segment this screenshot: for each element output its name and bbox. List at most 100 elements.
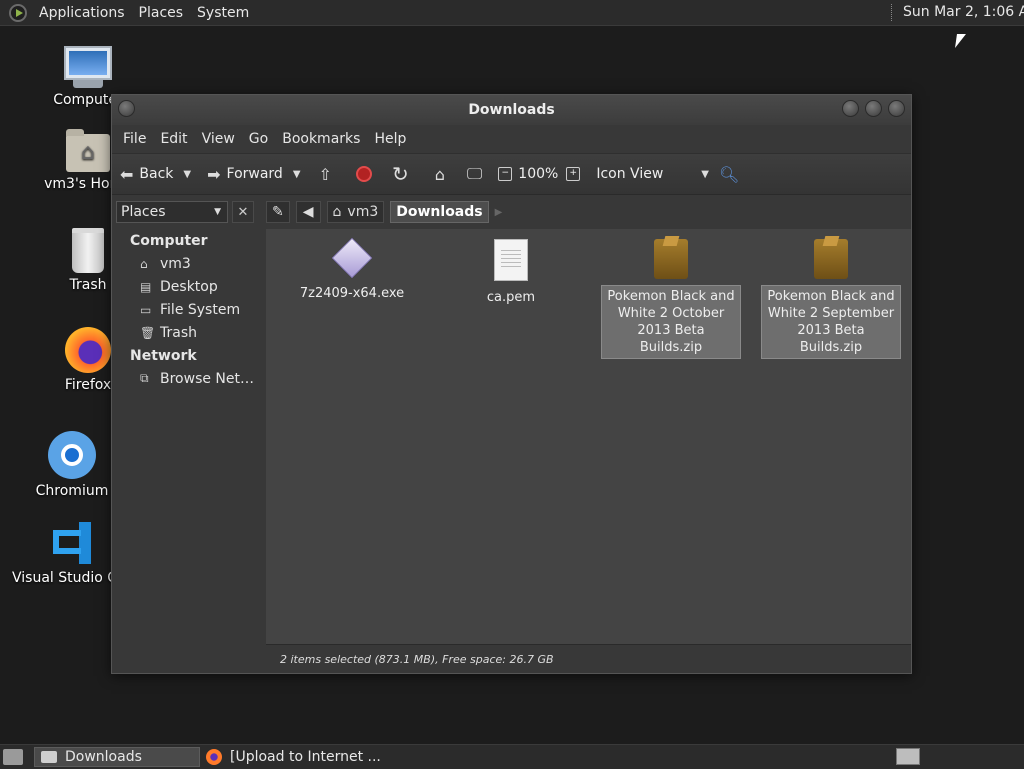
folder-icon: [41, 751, 57, 763]
taskbar-item-label: [Upload to Internet ...: [230, 749, 381, 765]
network-icon: ⧉: [140, 371, 149, 385]
zoom-control: − 100% +: [498, 166, 586, 182]
back-history-dropdown-icon[interactable]: ▼: [183, 169, 191, 180]
mouse-cursor-icon: [955, 34, 966, 48]
taskbar-item-downloads[interactable]: Downloads: [34, 747, 200, 767]
taskbar-item-firefox[interactable]: [Upload to Internet ...: [206, 747, 381, 767]
forward-label: Forward: [226, 166, 283, 182]
menu-bookmarks[interactable]: Bookmarks: [275, 131, 367, 147]
bottom-panel: Downloads [Upload to Internet ...: [0, 744, 1024, 769]
computer-button[interactable]: 🖵: [467, 164, 488, 184]
back-label: Back: [139, 166, 174, 182]
menu-file[interactable]: File: [116, 131, 153, 147]
desktop-folder-icon: ▤: [140, 279, 152, 294]
path-bar: ✎ ◀ ⌂ vm3 Downloads ▶: [266, 195, 911, 229]
computer-icon: 🖵: [466, 164, 483, 183]
sidebar-item-trash[interactable]: 🗑︎ Trash: [112, 321, 262, 344]
stop-icon: [355, 166, 372, 182]
close-button[interactable]: [888, 100, 905, 117]
path-segment-label: vm3: [347, 204, 379, 220]
toggle-location-entry-icon[interactable]: ✎: [266, 201, 290, 223]
home-folder-icon: [66, 129, 110, 172]
forward-arrow-icon: ➡: [207, 164, 221, 184]
zoom-in-icon[interactable]: +: [566, 167, 581, 181]
top-panel: Applications Places System Sun Mar 2, 1:…: [0, 0, 1024, 26]
menu-go[interactable]: Go: [242, 131, 275, 147]
sidebar-item-label: Desktop: [160, 278, 218, 295]
minimize-button[interactable]: [842, 100, 859, 117]
up-arrow-icon: ⇧: [318, 164, 332, 184]
sidebar-header: Places ✕: [112, 195, 262, 229]
file-manager-window: Downloads File Edit View Go Bookmarks He…: [111, 94, 912, 674]
maximize-button[interactable]: [865, 100, 882, 117]
menu-edit[interactable]: Edit: [153, 131, 194, 147]
home-folder-icon: ⌂: [332, 204, 342, 220]
reload-icon: ↻: [391, 162, 409, 186]
up-button[interactable]: ⇧: [319, 165, 338, 184]
sidebar-item-label: vm3: [160, 255, 191, 272]
view-mode-select[interactable]: Icon View ▼: [596, 166, 709, 182]
file-name: 7z2409-x64.exe: [299, 286, 405, 301]
path-segment-vm3[interactable]: ⌂ vm3: [326, 201, 385, 223]
workspace-switcher[interactable]: [896, 748, 920, 765]
sidebar-item-label: File System: [160, 301, 241, 318]
sidebar-item-label: Trash: [160, 324, 197, 341]
file-view[interactable]: 7z2409-x64.exe ca.pem Pokemon Black and …: [266, 229, 911, 645]
trash-icon: [72, 228, 104, 273]
panel-separator: [891, 4, 894, 21]
firefox-icon: [65, 327, 111, 373]
window-body: Places ✕ Computer ⌂ vm3 ▤ Desktop ▭ File…: [112, 195, 911, 673]
search-button[interactable]: 🔍︎: [719, 165, 745, 184]
file-name: Pokemon Black and White 2 October 2013 B…: [601, 285, 741, 359]
sidebar: Places ✕ Computer ⌂ vm3 ▤ Desktop ▭ File…: [112, 195, 262, 673]
search-icon: 🔍︎: [718, 164, 740, 184]
sidebar-item-desktop[interactable]: ▤ Desktop: [112, 275, 262, 298]
forward-history-dropdown-icon[interactable]: ▼: [293, 169, 301, 180]
sidebar-item-vm3[interactable]: ⌂ vm3: [112, 252, 262, 275]
menu-view[interactable]: View: [195, 131, 242, 147]
toolbar: ⬅ Back ▼ ➡ Forward ▼ ⇧ ↻ ⌂ 🖵 − 100% + Ic…: [112, 154, 911, 195]
sidebar-item-browse-network[interactable]: ⧉ Browse Net…: [112, 367, 262, 390]
text-file-icon: [494, 239, 528, 281]
sidebar-item-file-system[interactable]: ▭ File System: [112, 298, 262, 321]
trash-icon: 🗑︎: [140, 325, 156, 340]
close-sidebar-icon[interactable]: ✕: [232, 201, 254, 223]
clock[interactable]: Sun Mar 2, 1:06 AM: [903, 4, 1024, 20]
sidebar-item-label: Browse Net…: [160, 370, 255, 387]
archive-file-icon: [814, 239, 848, 279]
view-mode-label: Icon View: [596, 166, 664, 182]
menu-help[interactable]: Help: [367, 131, 413, 147]
sidebar-selector[interactable]: Places: [116, 201, 228, 223]
stop-button[interactable]: [355, 166, 372, 182]
show-desktop-icon[interactable]: [3, 749, 23, 765]
applications-menu[interactable]: Applications: [32, 5, 132, 21]
forward-button[interactable]: ➡ Forward ▼: [207, 165, 300, 184]
executable-file-icon: [331, 237, 373, 279]
file-name: ca.pem: [486, 290, 536, 305]
system-menu[interactable]: System: [190, 5, 256, 21]
chevron-down-icon: ▼: [701, 168, 709, 180]
home-button[interactable]: ⌂: [435, 165, 451, 184]
file-item[interactable]: 7z2409-x64.exe: [282, 237, 422, 304]
chromium-icon: [48, 431, 96, 479]
file-item[interactable]: ca.pem: [441, 239, 581, 308]
path-scroll-right-icon[interactable]: ▶: [495, 207, 503, 218]
file-item[interactable]: Pokemon Black and White 2 September 2013…: [761, 239, 901, 359]
vscode-icon: [49, 520, 95, 566]
taskbar-item-label: Downloads: [65, 749, 142, 765]
path-segment-downloads[interactable]: Downloads: [390, 201, 489, 223]
reload-button[interactable]: ↻: [392, 162, 415, 186]
window-title: Downloads: [468, 102, 555, 118]
sidebar-section-computer: Computer: [130, 233, 208, 249]
back-button[interactable]: ⬅ Back ▼: [120, 165, 191, 184]
file-item[interactable]: Pokemon Black and White 2 October 2013 B…: [601, 239, 741, 359]
places-menu[interactable]: Places: [132, 5, 191, 21]
path-scroll-left-icon[interactable]: ◀: [295, 201, 321, 223]
mint-menu-icon[interactable]: [9, 3, 27, 22]
zoom-out-icon[interactable]: −: [498, 167, 513, 181]
sidebar-section-network: Network: [130, 348, 197, 364]
firefox-icon: [206, 749, 222, 765]
window-titlebar[interactable]: Downloads: [112, 95, 911, 125]
zoom-level: 100%: [518, 166, 559, 182]
file-name: Pokemon Black and White 2 September 2013…: [761, 285, 901, 359]
